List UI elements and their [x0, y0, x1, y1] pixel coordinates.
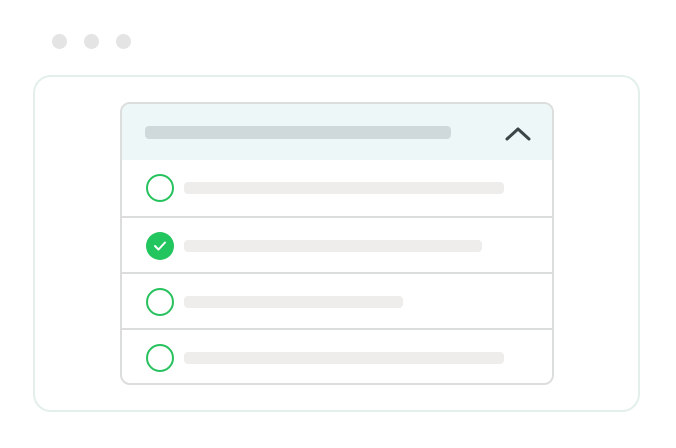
option-text-placeholder: [184, 240, 482, 252]
option-text-placeholder: [184, 352, 504, 364]
window-controls: [52, 34, 131, 49]
radio-unselected-icon[interactable]: [146, 174, 174, 202]
list-item[interactable]: [122, 160, 552, 216]
radio-unselected-icon[interactable]: [146, 288, 174, 316]
dropdown-header[interactable]: [122, 104, 552, 160]
window-dot-maximize[interactable]: [116, 34, 131, 49]
option-text-placeholder: [184, 296, 403, 308]
dropdown-title-placeholder: [145, 126, 451, 139]
list-item[interactable]: [122, 272, 552, 328]
list-item[interactable]: [122, 216, 552, 272]
window-dot-close[interactable]: [52, 34, 67, 49]
dropdown-panel: [120, 102, 554, 385]
radio-unselected-icon[interactable]: [146, 344, 174, 372]
radio-selected-icon[interactable]: [146, 232, 174, 260]
list-item[interactable]: [122, 328, 552, 383]
window-dot-minimize[interactable]: [84, 34, 99, 49]
checkmark-icon: [154, 241, 166, 251]
chevron-up-icon[interactable]: [504, 123, 532, 143]
option-text-placeholder: [184, 182, 504, 194]
